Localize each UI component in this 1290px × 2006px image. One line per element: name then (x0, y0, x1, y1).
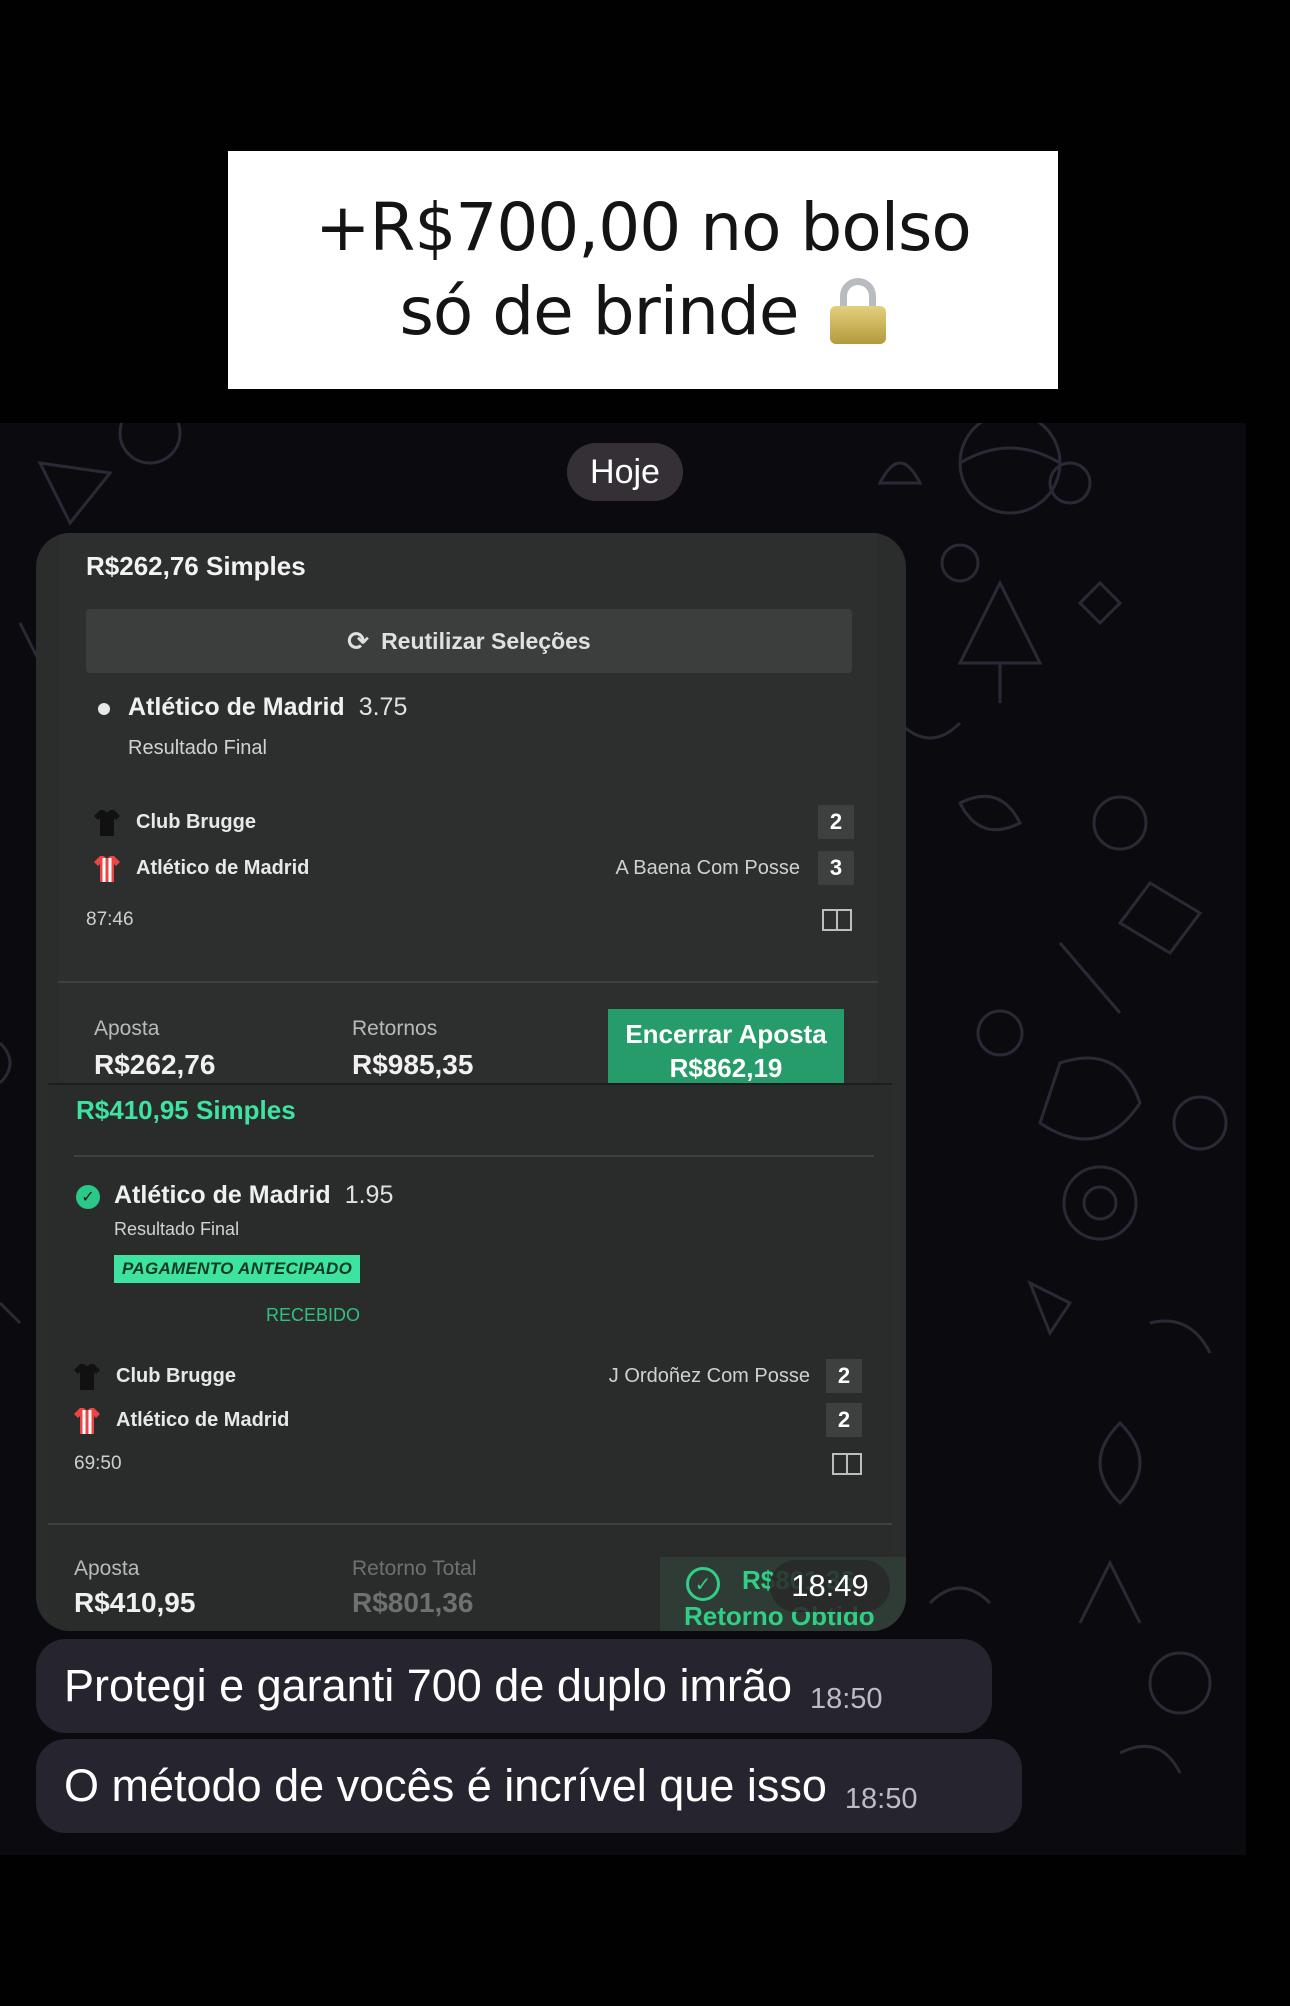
score-home: 2 (818, 805, 854, 839)
stake-label: Aposta (94, 1017, 160, 1040)
reuse-selections-button[interactable]: ⟳ Reutilizar Seleções (86, 609, 852, 673)
bet-slip-settled: R$410,95 Simples ✓ Atlético de Madrid 1.9… (48, 1083, 906, 1631)
received-label: RECEBIDO (266, 1305, 361, 1325)
shirt-icon (74, 1364, 100, 1390)
selection-dot-icon (98, 703, 110, 715)
message-bubble[interactable]: O método de vocês é incrível que isso 18… (36, 1739, 1022, 1833)
bet-slip-open: R$262,76 Simples ⟳ Reutilizar Seleções A… (58, 533, 878, 1089)
chat-area[interactable]: Hoje R$262,76 Simples ⟳ Reutilizar Seleç… (0, 423, 1246, 1855)
team-row-home: Club Brugge (94, 805, 256, 839)
match-clock: 87:46 (86, 909, 134, 930)
cashout-label: Encerrar Aposta (625, 1019, 827, 1049)
image-timestamp: 18:49 (770, 1560, 890, 1612)
team-name: Atlético de Madrid (136, 856, 310, 879)
team-row-away: Atlético de Madrid (94, 851, 309, 885)
divider (48, 1523, 892, 1525)
message-bubble[interactable]: Protegi e garanti 700 de duplo imrão 18:… (36, 1639, 992, 1733)
market-label: Resultado Final (128, 737, 267, 759)
team-row-home: Club Brugge (74, 1359, 236, 1393)
check-icon: ✓ (76, 1185, 100, 1209)
story-page: +R$700,00 no bolso só de brinde Hoje R$2… (0, 0, 1290, 2006)
early-payout-badge: PAGAMENTO ANTECIPADO (114, 1255, 361, 1283)
slip-title: R$410,95 Simples (76, 1095, 296, 1125)
image-message[interactable]: R$262,76 Simples ⟳ Reutilizar Seleções A… (36, 533, 906, 1631)
cashout-value: R$862,19 (669, 1053, 783, 1083)
shirt-icon (94, 856, 120, 882)
score-home: 2 (826, 1359, 862, 1393)
team-name: Club Brugge (116, 1364, 236, 1387)
cashout-button[interactable]: Encerrar Aposta R$862,19 (608, 1009, 844, 1089)
shirt-icon (74, 1408, 100, 1434)
divider (74, 1155, 874, 1157)
caption-line-2-wrap: só de brinde (400, 270, 887, 354)
message-time: 18:50 (809, 1682, 883, 1715)
pitch-icon[interactable] (822, 909, 852, 931)
stake-value: R$262,76 (94, 1049, 216, 1080)
message-text: O método de vocês é incrível que isso (64, 1760, 827, 1811)
selection-name: Atlético de Madrid 3.75 (128, 693, 408, 721)
team-row-away: Atlético de Madrid (74, 1403, 289, 1437)
score-away: 3 (818, 851, 854, 885)
team-name: Club Brugge (136, 810, 256, 833)
message-time: 18:50 (844, 1782, 918, 1815)
possession-text: A Baena Com Posse (615, 857, 800, 879)
selection-name: Atlético de Madrid 1.95 (114, 1181, 394, 1209)
selection-odds: 3.75 (358, 693, 408, 721)
message-text: Protegi e garanti 700 de duplo imrão (64, 1660, 792, 1711)
possession-text: J Ordoñez Com Posse (608, 1365, 810, 1387)
story-caption: +R$700,00 no bolso só de brinde (228, 151, 1058, 389)
lock-icon (830, 278, 887, 344)
total-return-value: R$801,36 (352, 1587, 474, 1618)
team-name: Atlético de Madrid (116, 1408, 290, 1431)
pitch-icon[interactable] (832, 1453, 862, 1475)
selection-odds: 1.95 (344, 1181, 394, 1209)
score-away: 2 (826, 1403, 862, 1437)
check-circle-icon: ✓ (686, 1567, 720, 1601)
reuse-label: Reutilizar Seleções (381, 627, 591, 654)
caption-line-2: só de brinde (399, 273, 800, 350)
caption-line-1: +R$700,00 no bolso (315, 189, 972, 266)
slip-title: R$262,76 Simples (86, 551, 306, 581)
date-divider: Hoje (567, 443, 683, 501)
refresh-icon: ⟳ (347, 625, 370, 656)
stake-label: Aposta (74, 1557, 140, 1580)
returns-value: R$985,35 (352, 1049, 474, 1080)
stake-value: R$410,95 (74, 1587, 196, 1618)
match-clock: 69:50 (74, 1453, 122, 1474)
total-return-label: Retorno Total (352, 1557, 477, 1580)
market-label: Resultado Final (114, 1219, 240, 1239)
shirt-icon (94, 810, 120, 836)
returns-label: Retornos (352, 1017, 438, 1040)
divider (58, 981, 878, 983)
